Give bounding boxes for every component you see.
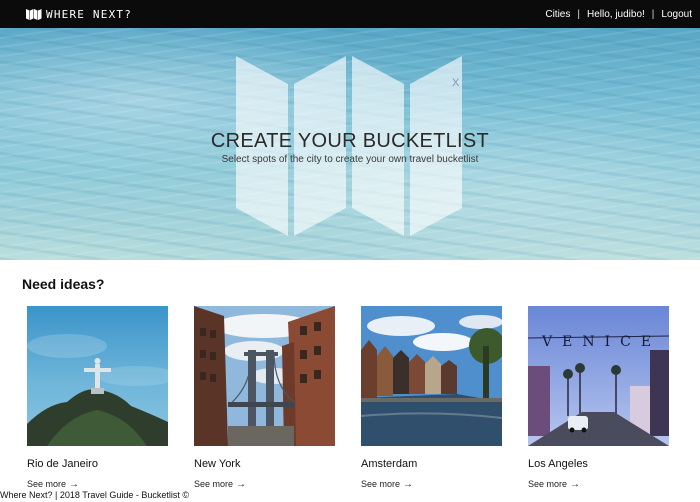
city-name: Los Angeles [528, 458, 588, 470]
map-x-mark: X [452, 77, 460, 89]
hero-banner: X CREATE YOUR BUCKETLIST Select spots of… [0, 28, 700, 260]
venice-sign-text: VENICE [541, 334, 661, 350]
see-more-link[interactable]: See more → [361, 479, 502, 490]
see-more-link[interactable]: See more → [27, 479, 168, 490]
city-photo-los-angeles[interactable]: VENICE [528, 306, 669, 446]
brand-name: WHERE NEXT? [46, 7, 133, 21]
top-navbar: WHERE NEXT? Cities | Hello, judibo! | Lo… [0, 0, 700, 28]
see-more-label: See more [27, 479, 67, 489]
nav-separator: | [651, 8, 655, 20]
city-card-los-angeles: VENICE Los Angeles See more → [528, 306, 669, 490]
arrow-right-icon: → [69, 479, 80, 490]
arrow-right-icon: → [236, 479, 247, 490]
city-card-amsterdam: Amsterdam See more → [361, 306, 502, 490]
nav-link-logout[interactable]: Logout [661, 9, 692, 20]
city-photo-rio[interactable] [27, 306, 168, 446]
see-more-label: See more [194, 479, 234, 489]
see-more-label: See more [361, 479, 401, 489]
city-name: Amsterdam [361, 458, 418, 470]
city-name: New York [194, 458, 241, 470]
nav-separator: | [577, 8, 580, 20]
ideas-heading: Need ideas? [22, 276, 105, 292]
city-card-new-york: New York See more → [194, 306, 335, 490]
see-more-link[interactable]: See more → [194, 479, 335, 490]
map-logo-icon [26, 9, 42, 20]
city-name: Rio de Janeiro [27, 458, 98, 470]
footer-text: Where Next? | 2018 Travel Guide - Bucket… [0, 490, 190, 500]
nav-links: Cities | Hello, judibo! | Logout [545, 9, 692, 20]
hero-subtitle: Select spots of the city to create your … [221, 154, 479, 165]
city-photo-new-york[interactable] [194, 306, 335, 446]
see-more-link[interactable]: See more → [528, 479, 669, 490]
nav-link-user-greeting[interactable]: Hello, judibo! [587, 9, 645, 20]
brand[interactable]: WHERE NEXT? [26, 8, 132, 21]
nav-link-cities[interactable]: Cities [545, 9, 570, 20]
city-card-rio: Rio de Janeiro See more → [27, 306, 168, 490]
see-more-label: See more [528, 479, 568, 489]
arrow-right-icon: → [403, 479, 414, 490]
arrow-right-icon: → [570, 479, 581, 490]
hero-title: CREATE YOUR BUCKETLIST [210, 130, 490, 152]
city-photo-amsterdam[interactable] [361, 306, 502, 446]
